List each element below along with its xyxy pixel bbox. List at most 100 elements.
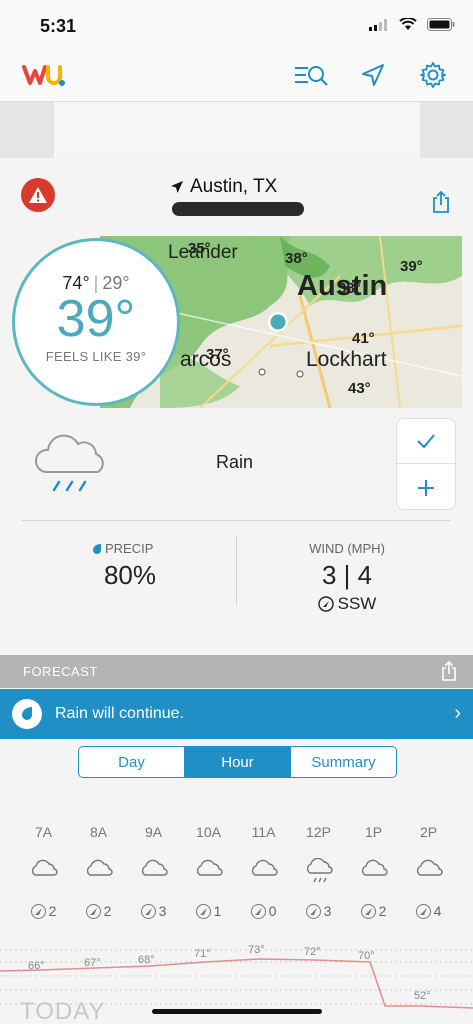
location-title[interactable]: Austin, TX xyxy=(170,176,277,198)
status-bar: 5:31 xyxy=(0,0,473,50)
share-icon[interactable] xyxy=(431,190,451,219)
hour-column[interactable]: 10A 1 xyxy=(181,824,236,922)
precip-label-text: PRECIP xyxy=(105,541,154,556)
cloud-icon xyxy=(71,844,126,900)
hour-column[interactable]: 1P 2 xyxy=(346,824,401,922)
hour-wind-speed: 1 xyxy=(213,903,222,919)
hour-wind: 3 xyxy=(126,900,181,922)
precip-value: 80% xyxy=(103,560,157,590)
wind-direction: SSW xyxy=(272,594,422,614)
hour-time: 11A xyxy=(251,824,276,840)
hour-column[interactable]: 9A 3 xyxy=(126,824,181,922)
current-temp-circle[interactable]: 74° | 29° 39° FEELS LIKE 39° xyxy=(12,238,180,406)
hour-wind: 2 xyxy=(346,900,401,922)
hour-time: 7A xyxy=(34,824,53,840)
share-icon[interactable] xyxy=(441,660,457,687)
today-label: TODAY xyxy=(20,998,106,1024)
chevron-right-icon: › xyxy=(454,702,461,724)
wind-direction-icon xyxy=(85,903,101,919)
battery-icon xyxy=(427,18,455,31)
map-temp-label: 43° xyxy=(348,380,371,397)
wind-direction-icon xyxy=(30,903,46,919)
hour-wind: 2 xyxy=(71,900,126,922)
hour-column[interactable]: 11A 0 xyxy=(236,824,291,922)
hour-wind-speed: 0 xyxy=(268,903,277,919)
map-temp-label: 41° xyxy=(352,330,375,347)
wu-logo[interactable] xyxy=(22,62,66,93)
temp-graph-label: 70° xyxy=(358,950,375,962)
cloud-icon xyxy=(346,844,401,900)
hour-wind-speed: 2 xyxy=(378,903,387,919)
condition-text: Rain xyxy=(216,452,254,472)
hour-wind: 0 xyxy=(236,900,291,922)
hour-column[interactable]: 8A 2 xyxy=(71,824,126,922)
tab-hour[interactable]: Hour xyxy=(185,747,291,777)
temp-graph-label: 67° xyxy=(84,957,101,969)
alert-icon[interactable] xyxy=(21,178,55,212)
location-subtitle-redacted xyxy=(172,202,304,216)
precip-label: PRECIP xyxy=(92,541,153,556)
map-temp-label: 39° xyxy=(400,258,423,275)
hour-time: 2P xyxy=(419,824,438,840)
hour-column[interactable]: 12P 3 xyxy=(291,824,346,922)
gear-icon[interactable] xyxy=(416,60,450,90)
rain-drop-icon xyxy=(93,543,101,554)
cloud-icon xyxy=(181,844,236,900)
cloud-icon xyxy=(236,844,291,900)
divider xyxy=(236,536,237,606)
rain-drop-icon xyxy=(12,699,42,729)
hour-column[interactable]: 7A 2 xyxy=(16,824,71,922)
hour-wind-speed: 2 xyxy=(103,903,112,919)
hour-time: 1P xyxy=(364,824,383,840)
hour-time: 12P xyxy=(306,824,331,840)
signal-icon xyxy=(369,18,387,31)
forecast-label: FORECAST xyxy=(23,664,98,679)
check-icon xyxy=(417,434,435,449)
hour-time: 9A xyxy=(144,824,163,840)
wind-direction-icon xyxy=(195,903,211,919)
current-temp: 39° xyxy=(56,290,136,348)
tab-day[interactable]: Day xyxy=(79,747,185,777)
app-header xyxy=(0,50,473,102)
forecast-tabs: Day Hour Summary xyxy=(78,746,397,778)
hour-wind-speed: 3 xyxy=(158,903,167,919)
wind-label: WIND (MPH) xyxy=(309,541,385,556)
location-name: Austin, TX xyxy=(190,176,278,197)
wind-direction-icon xyxy=(415,903,431,919)
status-icons xyxy=(369,18,455,31)
wifi-icon xyxy=(399,18,417,30)
hour-wind: 3 xyxy=(291,900,346,922)
add-button[interactable] xyxy=(397,465,455,510)
home-indicator[interactable] xyxy=(152,1009,322,1014)
location-arrow-icon[interactable] xyxy=(356,60,390,90)
rain-cloud-icon xyxy=(32,432,110,503)
wind-direction-icon xyxy=(360,903,376,919)
hour-time: 8A xyxy=(89,824,108,840)
cloud-icon xyxy=(401,844,456,900)
hour-wind-speed: 3 xyxy=(323,903,332,919)
ad-banner-area xyxy=(0,102,473,158)
cloud-icon xyxy=(16,844,71,900)
status-time: 5:31 xyxy=(40,16,77,36)
wind-direction-text: SSW xyxy=(337,594,377,613)
hour-wind: 2 xyxy=(16,900,71,922)
tab-summary[interactable]: Summary xyxy=(291,747,396,777)
wind-value: 3 | 4 xyxy=(321,560,373,590)
ad-banner[interactable] xyxy=(54,102,420,158)
temp-graph-label: 52° xyxy=(414,990,431,1002)
wind-direction-icon xyxy=(140,903,156,919)
map-city-label: Leander xyxy=(168,242,238,263)
temp-graph-label: 72° xyxy=(304,946,321,958)
map-temp-label: 38° xyxy=(285,250,308,267)
hour-column[interactable]: 2P 4 xyxy=(401,824,456,922)
feels-like: FEELS LIKE 39° xyxy=(45,349,147,364)
temp-graph-label: 73° xyxy=(248,944,265,956)
hour-wind-speed: 4 xyxy=(433,903,442,919)
rain-cloud-icon xyxy=(291,844,346,900)
forecast-banner-text: Rain will continue. xyxy=(55,705,184,722)
map-city-label: arcos xyxy=(180,348,232,371)
confirm-button[interactable] xyxy=(397,419,455,464)
search-list-icon[interactable] xyxy=(294,60,328,90)
forecast-banner[interactable]: Rain will continue. › xyxy=(0,689,473,739)
hour-wind: 1 xyxy=(181,900,236,922)
